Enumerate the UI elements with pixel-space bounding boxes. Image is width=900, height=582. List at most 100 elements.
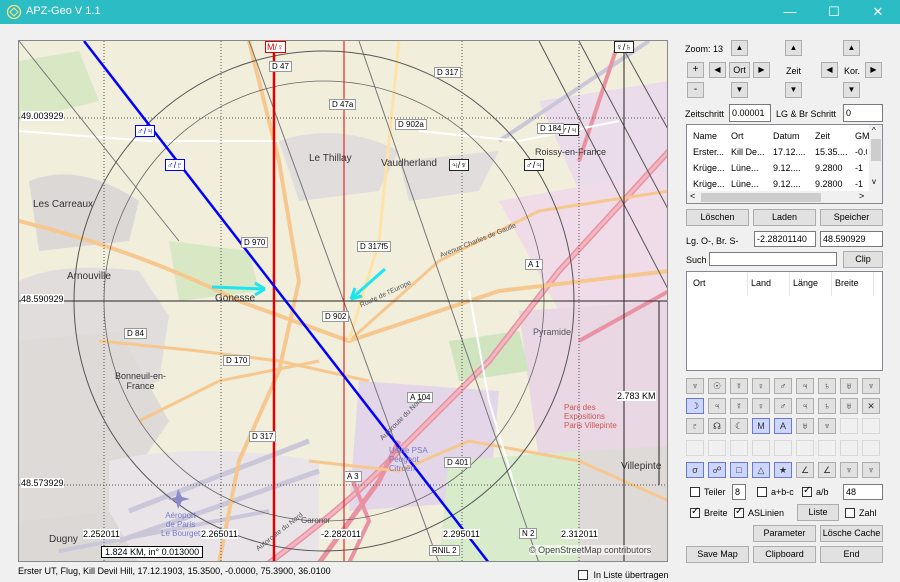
planet-marker[interactable]: ♀/♄ xyxy=(614,41,635,53)
astro-symbol-button[interactable]: ★ xyxy=(774,462,792,478)
h-scrollbar-thumb[interactable] xyxy=(701,193,821,202)
longitude-input[interactable]: -2.28201140⁠ xyxy=(754,231,816,247)
abc-checkbox[interactable] xyxy=(757,487,767,497)
ab-checkbox[interactable] xyxy=(802,485,812,497)
ort-left-button[interactable]: ◀ xyxy=(709,62,726,78)
speicher-button[interactable]: Speicher xyxy=(820,209,883,226)
minimize-button[interactable]: — xyxy=(768,0,812,24)
astro-symbol-button[interactable]: ☊ xyxy=(708,418,726,434)
planet-marker[interactable]: ♂/♇ xyxy=(165,159,186,171)
in-liste-checkbox-row[interactable]: In Liste übertragen xyxy=(578,569,669,580)
astro-symbol-button[interactable]: ♂ xyxy=(774,378,792,394)
astro-symbol-button[interactable]: ✕ xyxy=(862,398,880,414)
col-header-ort[interactable]: Ort xyxy=(731,131,744,141)
zeitschritt-input[interactable]: 0.00001 xyxy=(729,104,771,122)
astro-symbol-button[interactable]: ♃ xyxy=(796,398,814,414)
col-header-ort[interactable]: Ort xyxy=(693,278,706,288)
clip-button[interactable]: Clip xyxy=(843,251,883,268)
empty-symbol-slot[interactable] xyxy=(840,440,858,456)
planet-marker[interactable]: ♃/♆ xyxy=(449,159,470,171)
map-view[interactable]: 49.003929 48.590929 48.573929 2.252011 2… xyxy=(18,40,668,562)
astro-symbol-button[interactable]: △ xyxy=(752,462,770,478)
col-header-gm[interactable]: GM xyxy=(855,131,870,141)
clipboard-button[interactable]: Clipboard xyxy=(753,546,816,563)
maximize-button[interactable]: ☐ xyxy=(812,0,856,24)
loesche-cache-button[interactable]: Lösche Cache xyxy=(820,525,883,542)
zoom-plus-button[interactable]: + xyxy=(687,62,704,78)
astro-symbol-button[interactable]: ♃ xyxy=(708,398,726,414)
horizontal-scrollbar[interactable]: < > xyxy=(687,191,882,203)
entries-table[interactable]: Name Ort Datum Zeit GM Erster... Kill De… xyxy=(686,124,883,204)
time-down-button[interactable]: ▼ xyxy=(785,82,802,98)
empty-symbol-slot[interactable] xyxy=(730,440,748,456)
ort-right-button[interactable]: ▶ xyxy=(753,62,770,78)
scroll-up-icon[interactable]: ^ xyxy=(872,126,876,135)
astro-symbol-button[interactable]: ♄ xyxy=(818,398,836,414)
places-table[interactable]: Ort Land Länge Breite xyxy=(686,271,883,371)
astro-symbol-button[interactable]: ♆ xyxy=(862,462,880,478)
kor-right-button[interactable]: ▶ xyxy=(865,62,882,78)
astro-symbol-button[interactable]: □ xyxy=(730,462,748,478)
astro-symbol-button[interactable]: ♂ xyxy=(774,398,792,414)
astro-symbol-button[interactable]: ♀ xyxy=(752,378,770,394)
astro-symbol-button[interactable]: σ xyxy=(686,462,704,478)
astro-symbol-button[interactable]: A xyxy=(774,418,792,434)
teiler-checkbox[interactable] xyxy=(690,487,700,497)
astro-symbol-button[interactable]: ♄ xyxy=(818,378,836,394)
astro-symbol-button[interactable]: ♃ xyxy=(796,378,814,394)
search-input[interactable] xyxy=(709,252,837,266)
astro-symbol-button[interactable]: ☉ xyxy=(708,378,726,394)
planet-marker[interactable]: ♂/♃ xyxy=(135,125,156,137)
astro-symbol-button[interactable]: ☿ xyxy=(730,378,748,394)
empty-symbol-slot[interactable] xyxy=(818,440,836,456)
astro-symbol-button[interactable]: ♇ xyxy=(686,418,704,434)
ab-input[interactable]: 48 xyxy=(843,484,883,500)
scroll-down-icon[interactable]: v xyxy=(872,177,876,186)
lgbr-schritt-input[interactable]: 0 xyxy=(843,104,883,122)
astro-symbol-button[interactable]: ∠ xyxy=(796,462,814,478)
col-header-datum[interactable]: Datum xyxy=(773,131,800,141)
col-header-laenge[interactable]: Länge xyxy=(793,278,818,288)
astro-symbol-button[interactable]: ♆ xyxy=(862,378,880,394)
planet-marker[interactable]: ♂/♃ xyxy=(524,159,545,171)
col-header-breite[interactable]: Breite xyxy=(835,278,859,288)
astro-symbol-button[interactable]: ☾ xyxy=(730,418,748,434)
col-header-land[interactable]: Land xyxy=(751,278,771,288)
astro-symbol-button[interactable]: ☍ xyxy=(708,462,726,478)
empty-symbol-slot[interactable] xyxy=(686,440,704,456)
close-button[interactable]: ✕ xyxy=(856,0,900,24)
empty-symbol-slot[interactable] xyxy=(752,440,770,456)
empty-symbol-slot[interactable] xyxy=(862,418,880,434)
col-header-name[interactable]: Name xyxy=(693,131,717,141)
parameter-button[interactable]: Parameter xyxy=(753,525,816,542)
scroll-right-icon[interactable]: > xyxy=(859,191,864,201)
scrollbar-thumb[interactable] xyxy=(871,139,881,161)
planet-marker[interactable]: M/♀ xyxy=(265,41,286,53)
time-up-button[interactable]: ▲ xyxy=(785,40,802,56)
in-liste-checkbox[interactable] xyxy=(578,569,588,580)
breite-checkbox[interactable] xyxy=(690,506,700,518)
astro-symbol-button[interactable]: ♆ xyxy=(840,462,858,478)
zoom-down-button[interactable]: ▼ xyxy=(731,82,748,98)
astro-symbol-button[interactable]: ♅ xyxy=(840,378,858,394)
zahl-checkbox[interactable] xyxy=(845,508,855,518)
save-map-button[interactable]: Save Map xyxy=(686,546,749,563)
astro-symbol-button[interactable]: ♆ xyxy=(686,378,704,394)
empty-symbol-slot[interactable] xyxy=(796,440,814,456)
zoom-minus-button[interactable]: - xyxy=(687,82,704,98)
astro-symbol-button[interactable]: ♀ xyxy=(752,398,770,414)
zoom-up-button[interactable]: ▲ xyxy=(731,40,748,56)
vertical-scrollbar[interactable]: ^ v xyxy=(869,125,882,191)
astro-symbol-button[interactable]: ☿ xyxy=(730,398,748,414)
ort-button[interactable]: Ort xyxy=(729,62,750,78)
empty-symbol-slot[interactable] xyxy=(862,440,880,456)
empty-symbol-slot[interactable] xyxy=(774,440,792,456)
end-button[interactable]: End xyxy=(820,546,883,563)
col-header-zeit[interactable]: Zeit xyxy=(815,131,830,141)
latitude-input[interactable]: 48.590929 xyxy=(820,231,883,247)
astro-symbol-button[interactable]: M xyxy=(752,418,770,434)
scroll-left-icon[interactable]: < xyxy=(690,191,695,201)
map-canvas[interactable] xyxy=(19,41,668,562)
laden-button[interactable]: Laden xyxy=(753,209,816,226)
loeschen-button[interactable]: Löschen xyxy=(686,209,749,226)
